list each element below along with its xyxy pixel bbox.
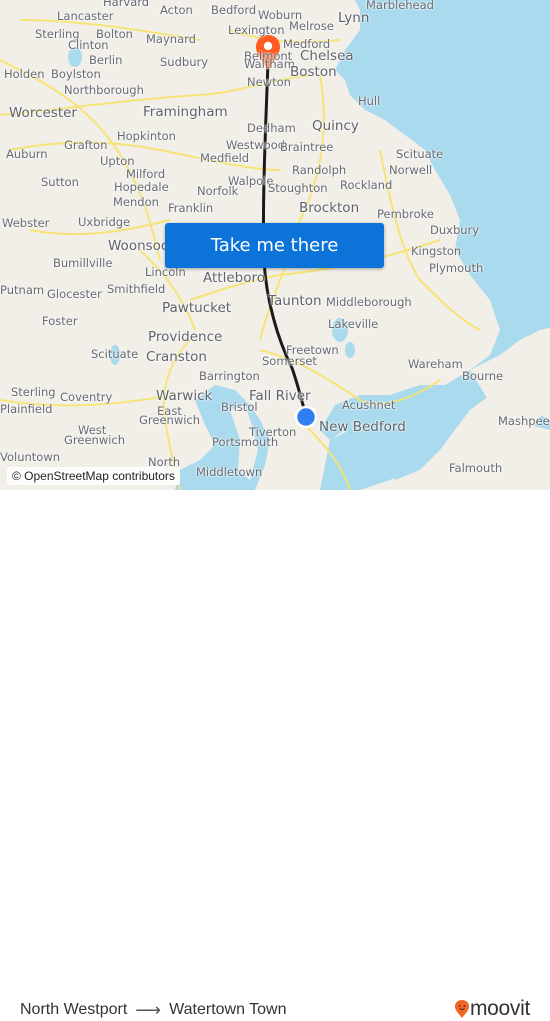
town-label: Sudbury: [160, 55, 209, 69]
town-label: Waltham: [244, 57, 295, 71]
town-label: Middletown: [196, 465, 263, 479]
town-label: Dedham: [247, 121, 296, 135]
town-label: Falmouth: [449, 461, 503, 475]
take-me-there-button[interactable]: Take me there: [165, 223, 384, 268]
town-label: Braintree: [280, 140, 334, 154]
town-label: Voluntown: [0, 450, 61, 464]
town-label: Clinton: [68, 38, 109, 52]
town-label: Barrington: [199, 369, 260, 383]
town-label: Medfield: [200, 151, 250, 165]
origin-marker: [294, 405, 318, 429]
town-label: New Bedford: [319, 419, 406, 435]
town-label: Plymouth: [429, 261, 484, 275]
town-label: Grafton: [64, 138, 108, 152]
town-label: Pawtucket: [162, 300, 232, 316]
town-label: Acton: [160, 3, 193, 17]
map-attribution[interactable]: © OpenStreetMap contributors: [7, 467, 180, 485]
town-label: Kingston: [411, 244, 462, 258]
town-label: Acushnet: [342, 398, 396, 412]
town-label: Hopkinton: [117, 129, 176, 143]
town-label: Coventry: [60, 390, 113, 404]
town-label: Bristol: [221, 400, 258, 414]
town-label: Norwell: [389, 163, 433, 177]
town-label: Brockton: [299, 200, 360, 216]
town-label: Quincy: [312, 118, 359, 134]
town-label: Lincoln: [145, 265, 186, 279]
town-label: Portsmouth: [212, 435, 279, 449]
town-label: Auburn: [6, 147, 48, 161]
town-label: Westwood: [226, 138, 286, 152]
town-label: Melrose: [289, 19, 334, 33]
town-label: Mashpee: [498, 414, 550, 428]
town-label: Harvard: [103, 0, 150, 9]
town-label: Framingham: [143, 104, 228, 120]
town-label: Hull: [358, 94, 381, 108]
town-label: Smithfield: [107, 282, 166, 296]
town-label: Upton: [100, 154, 135, 168]
town-label: Fall River: [249, 388, 311, 404]
town-label: Scituate: [396, 147, 444, 161]
town-label: Rockland: [340, 178, 393, 192]
town-label: Wareham: [408, 357, 463, 371]
town-label: Cranston: [146, 349, 207, 365]
town-label: Norfolk: [197, 184, 239, 198]
cape-cod-south: [440, 420, 550, 490]
town-label: Bumillville: [53, 256, 113, 270]
town-label: Northborough: [64, 83, 144, 97]
moovit-wordmark: moovit: [469, 997, 530, 1020]
town-label: Lakeville: [328, 317, 379, 331]
town-label: Webster: [2, 216, 50, 230]
town-label: Warwick: [156, 388, 213, 404]
town-label: Middleborough: [326, 295, 412, 309]
town-label: Marblehead: [366, 0, 434, 12]
town-label: Chelsea: [300, 48, 354, 64]
town-label: Worcester: [9, 105, 77, 121]
town-label: Providence: [148, 329, 223, 345]
town-label: Foster: [42, 314, 78, 328]
route-summary: North Westport ⟶ Watertown Town: [20, 1001, 287, 1019]
town-label: Somerset: [262, 354, 317, 368]
footer: North Westport ⟶ Watertown Town moovit: [0, 490, 550, 1020]
town-label: Boston: [290, 64, 337, 80]
town-label: Hopedale: [114, 180, 169, 194]
town-label: Pembroke: [377, 207, 434, 221]
town-label: Boylston: [51, 67, 101, 81]
town-label: Glocester: [47, 287, 102, 301]
town-label: Sutton: [41, 175, 79, 189]
town-label: Berlin: [89, 53, 123, 67]
town-label: Attleboro: [203, 270, 265, 286]
town-label: Bedford: [211, 3, 257, 17]
town-label: Bourne: [462, 369, 504, 383]
town-label: Greenwich: [139, 413, 201, 427]
town-label: Uxbridge: [78, 215, 131, 229]
town-label: Maynard: [146, 32, 196, 46]
town-label: Holden: [4, 67, 45, 81]
town-label: Lancaster: [57, 9, 114, 23]
town-label: Randolph: [292, 163, 347, 177]
town-label: Greenwich: [64, 433, 126, 447]
town-label: Scituate: [91, 347, 139, 361]
town-label: Newton: [247, 75, 291, 89]
town-label: Sterling: [11, 385, 56, 399]
town-label: Mendon: [113, 195, 159, 209]
town-label: Milford: [126, 167, 166, 181]
town-label: Franklin: [168, 201, 214, 215]
town-label: Putnam: [0, 283, 45, 297]
moovit-logo[interactable]: moovit: [454, 997, 530, 1021]
town-label: Taunton: [268, 293, 322, 309]
destination-label: Watertown Town: [169, 1001, 287, 1018]
town-label: Stoughton: [268, 181, 328, 195]
moovit-pin-icon: [454, 1000, 469, 1018]
origin-label: North Westport: [20, 1001, 128, 1018]
town-label: Lexington: [228, 23, 285, 37]
right-arrow-icon: ⟶: [135, 1000, 162, 1020]
town-label: Lynn: [338, 10, 370, 26]
town-label: Duxbury: [430, 223, 480, 237]
town-label: Plainfield: [0, 402, 53, 416]
